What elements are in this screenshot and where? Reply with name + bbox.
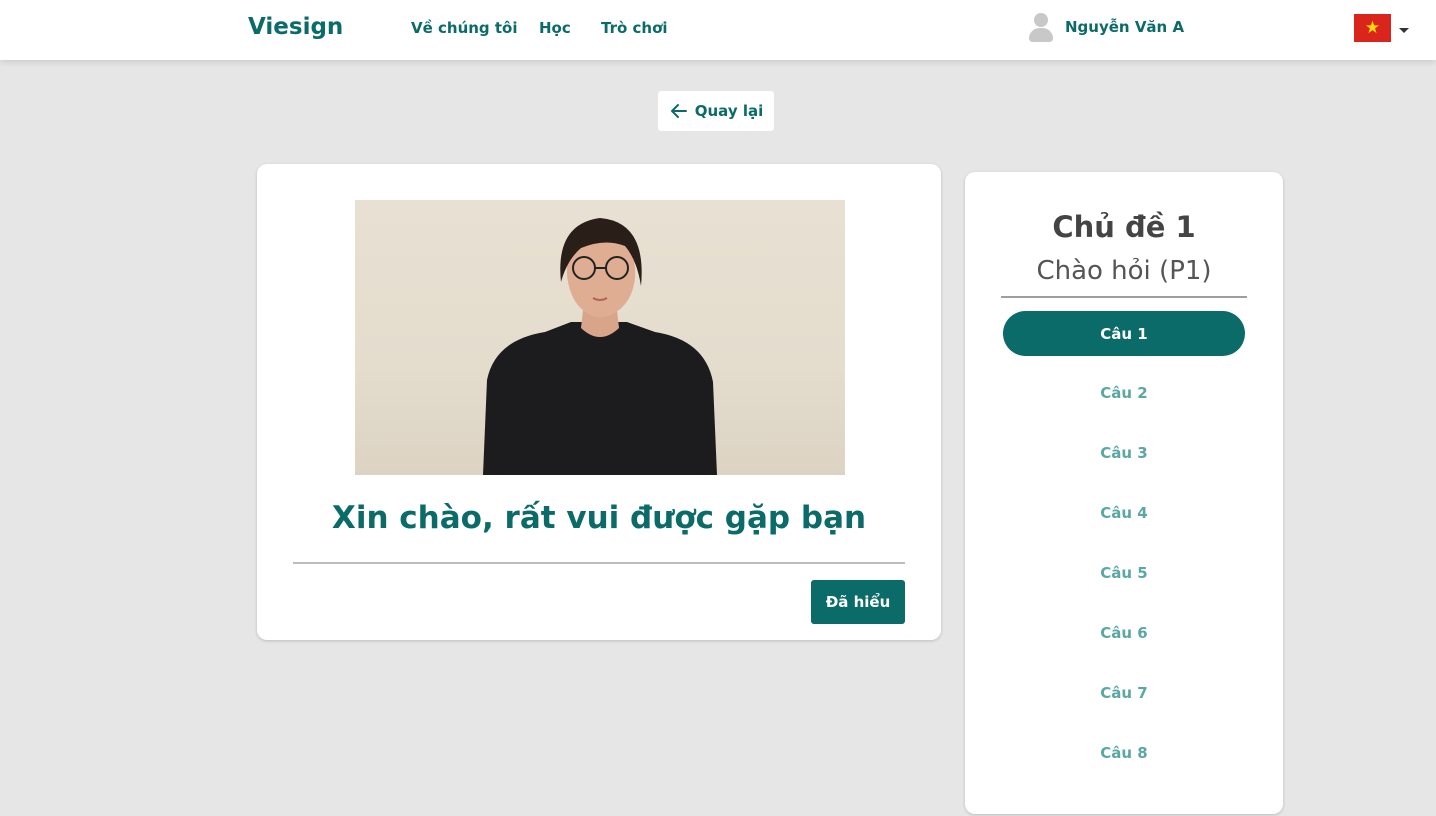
arrow-left-icon bbox=[670, 104, 687, 118]
question-item[interactable]: Câu 3 bbox=[1003, 430, 1245, 475]
user-menu[interactable]: Nguyễn Văn A bbox=[1027, 8, 1184, 46]
understood-button[interactable]: Đã hiểu bbox=[811, 580, 905, 624]
lesson-card: Xin chào, rất vui được gặp bạn Đã hiểu bbox=[257, 164, 941, 640]
person-illustration bbox=[483, 218, 717, 475]
sign-phrase: Xin chào, rất vui được gặp bạn bbox=[331, 500, 867, 536]
sign-video-image[interactable] bbox=[355, 200, 845, 475]
question-item[interactable]: Câu 5 bbox=[1003, 550, 1245, 595]
top-navbar: Viesign Về chúng tôi Học Trò chơi Nguyễn… bbox=[0, 0, 1436, 60]
question-item[interactable]: Câu 6 bbox=[1003, 610, 1245, 655]
question-item[interactable]: Câu 2 bbox=[1003, 370, 1245, 415]
back-button-label: Quay lại bbox=[694, 102, 764, 120]
language-selector[interactable]: ★ bbox=[1354, 14, 1409, 42]
question-item[interactable]: Câu 4 bbox=[1003, 490, 1245, 535]
nav-link-games[interactable]: Trò chơi bbox=[601, 19, 668, 37]
user-name: Nguyễn Văn A bbox=[1065, 18, 1185, 36]
topic-subtitle: Chào hỏi (P1) bbox=[1036, 256, 1212, 286]
flag-star: ★ bbox=[1364, 17, 1381, 38]
brand-logo[interactable]: Viesign bbox=[248, 14, 343, 40]
divider bbox=[293, 562, 905, 564]
question-item[interactable]: Câu 8 bbox=[1003, 730, 1245, 775]
chevron-down-icon bbox=[1399, 27, 1409, 33]
topic-title: Chủ đề 1 bbox=[1052, 210, 1196, 244]
nav-link-learn[interactable]: Học bbox=[539, 19, 571, 37]
avatar-icon bbox=[1027, 12, 1055, 42]
question-item[interactable]: Câu 7 bbox=[1003, 670, 1245, 715]
question-item[interactable]: Câu 1 bbox=[1003, 311, 1245, 356]
back-button[interactable]: Quay lại bbox=[658, 91, 774, 131]
nav-link-about[interactable]: Về chúng tôi bbox=[411, 19, 518, 37]
divider bbox=[1001, 296, 1247, 298]
vietnam-flag-icon: ★ bbox=[1354, 14, 1391, 42]
topic-panel: Chủ đề 1 Chào hỏi (P1) Câu 1 Câu 2 Câu 3… bbox=[965, 172, 1283, 814]
